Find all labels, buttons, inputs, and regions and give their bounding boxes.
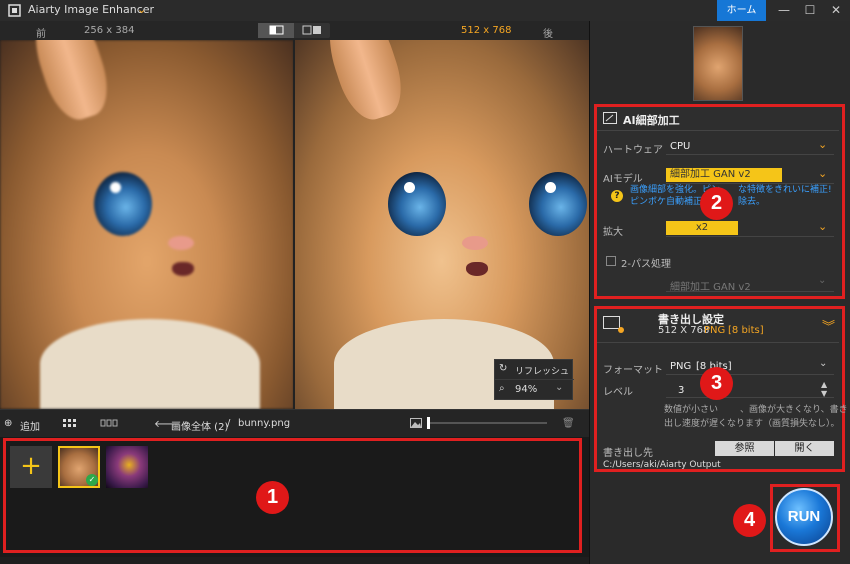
chevron-down-icon: ⌄ bbox=[555, 382, 564, 393]
grid-view-icon[interactable] bbox=[62, 418, 78, 428]
model-hint-1b: な特徴をきれいに補正! bbox=[738, 185, 832, 195]
two-pass-checkbox[interactable] bbox=[606, 256, 616, 266]
add-button[interactable]: 追加 bbox=[20, 418, 40, 433]
side-by-side-button[interactable] bbox=[294, 23, 330, 38]
before-size: 256 x 384 bbox=[84, 25, 135, 36]
two-pass-label: 2-パス処理 bbox=[621, 259, 671, 270]
split-view-icon bbox=[269, 25, 284, 35]
strip-view-icon[interactable] bbox=[100, 419, 118, 427]
run-button[interactable]: RUN bbox=[775, 488, 833, 546]
browse-button[interactable]: 参照 bbox=[715, 441, 774, 456]
zoom-select[interactable]: ⌕ 94% ⌄ bbox=[495, 380, 574, 400]
level-note-1a: 数値が小さい bbox=[664, 405, 719, 415]
section-divider bbox=[597, 130, 839, 131]
after-size: 512 x 768 bbox=[461, 25, 512, 36]
home-button[interactable]: ホーム bbox=[717, 0, 766, 21]
help-icon[interactable]: ? bbox=[611, 190, 623, 202]
compare-divider[interactable] bbox=[293, 40, 295, 409]
level-label: レベル bbox=[603, 387, 633, 398]
output-path: C:/Users/aki/Aiarty Output bbox=[603, 460, 721, 470]
app-logo-icon bbox=[8, 4, 21, 17]
format-select[interactable]: PNG [8 bits] ⌄ bbox=[666, 358, 834, 375]
breadcrumb-separator: / bbox=[227, 418, 231, 429]
hardware-label: ハートウェア bbox=[603, 145, 663, 156]
breadcrumb-all[interactable]: 画像全体 (2) bbox=[171, 418, 228, 433]
breadcrumb-file: bunny.png bbox=[238, 418, 291, 429]
refresh-button[interactable]: ↻ リフレッシュ bbox=[495, 360, 574, 380]
slider-knob[interactable] bbox=[427, 417, 430, 429]
ai-enhance-icon bbox=[603, 112, 617, 124]
export-bits: [8 bits] bbox=[728, 325, 764, 336]
app-title: Aiarty Image Enhancer bbox=[28, 3, 155, 16]
compare-toggle bbox=[258, 23, 330, 38]
model-hint-2a: ピンボケ自動補正・ bbox=[630, 197, 712, 207]
export-settings-icon bbox=[603, 316, 624, 333]
thumb-size-slider[interactable] bbox=[427, 422, 547, 424]
callout-badge-2: 2 bbox=[700, 187, 733, 220]
export-size: 512 X 768 bbox=[658, 325, 710, 336]
stepper-up-icon[interactable]: ▲ bbox=[821, 380, 827, 389]
scale-select[interactable]: x2 ⌄ bbox=[666, 220, 834, 237]
side-by-side-icon bbox=[302, 25, 321, 35]
minimize-button[interactable]: — bbox=[771, 0, 797, 21]
open-folder-button[interactable]: 開く bbox=[775, 441, 834, 456]
after-image bbox=[294, 40, 589, 409]
before-label: 前 bbox=[36, 29, 46, 40]
before-image bbox=[0, 40, 294, 409]
trash-icon[interactable]: 🗑 bbox=[562, 418, 575, 429]
format-label: フォーマット bbox=[603, 365, 663, 376]
refresh-icon: ↻ bbox=[499, 363, 508, 374]
after-label: 後 bbox=[543, 29, 553, 40]
chevron-down-icon: ⌄ bbox=[818, 167, 828, 180]
title-bar: Aiarty Image Enhancer ⌄ ホーム — ☐ ✕ bbox=[0, 0, 850, 21]
scale-label: 拡大 bbox=[603, 227, 623, 238]
zoom-icon: ⌕ bbox=[499, 383, 505, 394]
two-pass-model-select[interactable]: 細部加工 GAN v2 ⌄ bbox=[666, 275, 834, 293]
level-note-2: 出し速度が遅くなります（画質損失なし）。 bbox=[664, 419, 840, 429]
close-button[interactable]: ✕ bbox=[823, 0, 849, 21]
ai-model-label: AIモデル bbox=[603, 174, 643, 185]
collapse-chevron-icon[interactable]: ︾ bbox=[822, 316, 835, 335]
hardware-select[interactable]: CPU ⌄ bbox=[666, 138, 834, 155]
current-image-thumbnail bbox=[693, 26, 743, 101]
chevron-down-icon: ⌄ bbox=[818, 220, 828, 233]
ai-model-select[interactable]: 細部加工 GAN v2 ⌄ bbox=[666, 167, 834, 184]
section-divider bbox=[597, 342, 839, 343]
callout-badge-4: 4 bbox=[733, 504, 766, 537]
callout-badge-1: 1 bbox=[256, 481, 289, 514]
split-view-button[interactable] bbox=[258, 23, 294, 38]
callout-badge-3: 3 bbox=[700, 367, 733, 400]
chevron-down-icon: ⌄ bbox=[818, 138, 828, 151]
preview-canvas[interactable] bbox=[0, 40, 589, 409]
add-icon[interactable]: ⊕ bbox=[4, 418, 12, 429]
preview-controls: ↻ リフレッシュ ⌕ 94% ⌄ bbox=[494, 359, 574, 400]
level-stepper[interactable]: 3 ▲ ▼ bbox=[666, 380, 834, 398]
ai-section-title: AI細部加工 bbox=[623, 114, 680, 127]
export-format-short: PNG bbox=[704, 325, 726, 336]
destination-label: 書き出し先 bbox=[603, 448, 653, 459]
chevron-down-icon: ⌄ bbox=[819, 358, 828, 369]
level-note-1b: 、画像が大きくなり、書き bbox=[740, 405, 848, 415]
stepper-down-icon[interactable]: ▼ bbox=[821, 389, 827, 398]
highlight-box-1 bbox=[3, 438, 582, 553]
image-icon bbox=[410, 418, 422, 428]
maximize-button[interactable]: ☐ bbox=[797, 0, 823, 21]
view-header: 前 256 x 384 512 x 768 後 bbox=[0, 21, 589, 40]
model-hint-2b: 除去。 bbox=[738, 197, 766, 207]
chevron-down-icon: ⌄ bbox=[818, 275, 827, 286]
chevron-down-icon[interactable]: ⌄ bbox=[137, 3, 146, 16]
